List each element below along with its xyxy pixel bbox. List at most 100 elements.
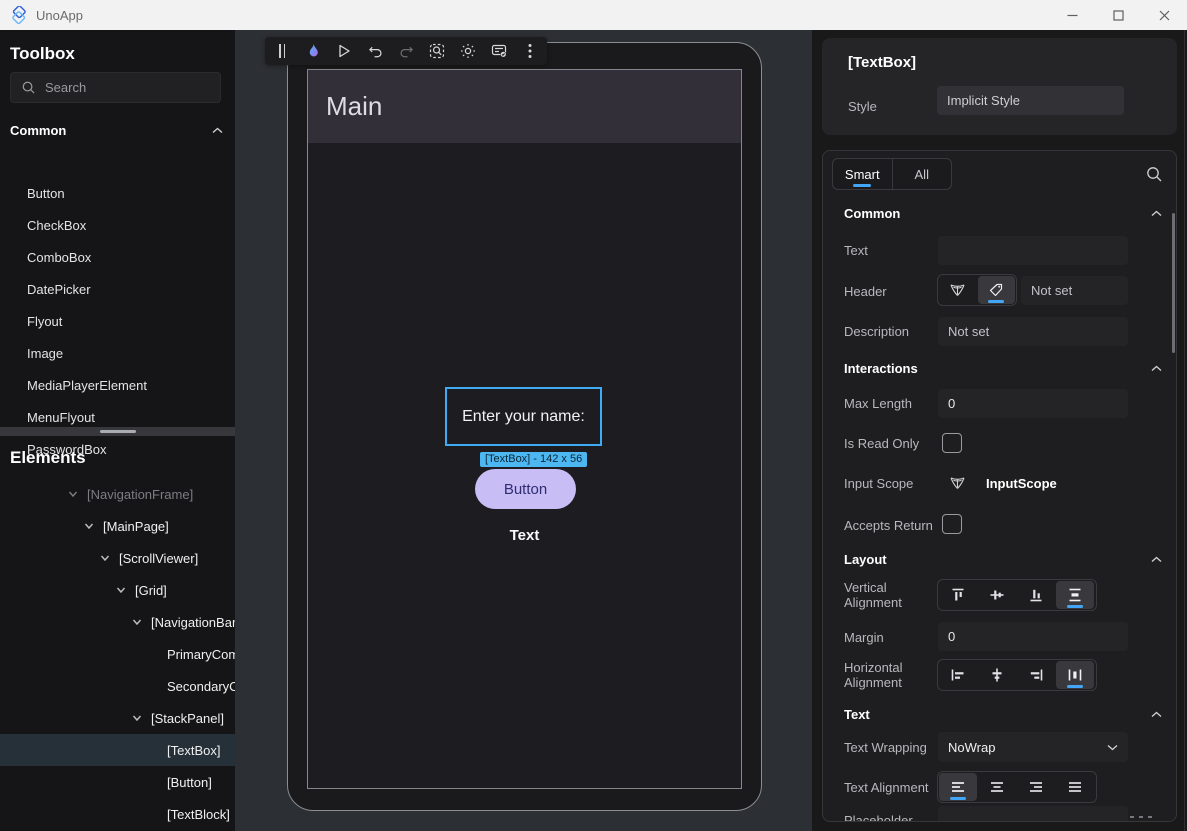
properties-search-icon[interactable] (1145, 165, 1163, 183)
text-align-left-icon[interactable] (939, 773, 977, 801)
toolbar-drag-handle[interactable] (273, 41, 291, 61)
valign-bottom-icon[interactable] (1017, 581, 1055, 609)
vertical-alignment-label: Vertical Alignment (844, 580, 936, 610)
toolbox-search-input[interactable] (45, 80, 195, 95)
chevron-down-icon (83, 520, 95, 532)
valign-top-icon[interactable] (939, 581, 977, 609)
halign-left-icon[interactable] (939, 661, 977, 689)
elements-title: Elements (10, 448, 86, 468)
tree-item-stackpanel[interactable]: [StackPanel] (0, 702, 235, 734)
text-alignment-label: Text Alignment (844, 780, 936, 795)
tree-item-navigationframe[interactable]: [NavigationFrame] (0, 478, 235, 510)
selected-element-title: [TextBox] (848, 54, 916, 71)
text-wrapping-dropdown[interactable]: NoWrap (938, 732, 1128, 762)
theme-toggle-sun-icon[interactable] (459, 41, 477, 61)
toolbox-item-checkbox[interactable]: CheckBox (0, 210, 235, 242)
valign-center-icon[interactable] (978, 581, 1016, 609)
tree-item-grid[interactable]: [Grid] (0, 574, 235, 606)
window-titlebar: UnoApp (0, 0, 1187, 30)
toolbox-search[interactable] (10, 72, 221, 103)
tab-smart[interactable]: Smart (833, 159, 892, 189)
properties-tabs: Smart All (832, 158, 952, 190)
uno-logo-icon (10, 6, 28, 24)
canvas-textblock[interactable]: Text (308, 527, 741, 544)
redo-button[interactable] (397, 41, 415, 61)
style-input[interactable] (937, 86, 1124, 115)
section-layout[interactable]: Layout (844, 552, 1162, 567)
tree-item-navigationbar[interactable]: [NavigationBar] (0, 606, 235, 638)
tree-item-button[interactable]: [Button] (0, 766, 235, 798)
max-length-label: Max Length (844, 396, 936, 411)
input-scope-label: Input Scope (844, 476, 936, 491)
input-scope-binding-icon[interactable] (949, 475, 966, 491)
chevron-down-icon (131, 712, 143, 724)
toolbox-item-mediaplayerelement[interactable]: MediaPlayerElement (0, 370, 235, 402)
margin-input[interactable] (938, 622, 1128, 651)
tree-item-textbox-selected[interactable]: [TextBox] (0, 734, 235, 766)
toolbox-item-datepicker[interactable]: DatePicker (0, 274, 235, 306)
toolbox-item-flyout[interactable]: Flyout (0, 306, 235, 338)
tree-item-scrollviewer[interactable]: [ScrollViewer] (0, 542, 235, 574)
splitter-grip-icon (100, 430, 136, 433)
minimize-button[interactable] (1049, 0, 1095, 30)
card-scrollbar-thumb[interactable] (1172, 213, 1175, 353)
placeholder-input[interactable] (938, 806, 1128, 822)
properties-panel: [TextBox] Style Smart All Common Text He… (812, 30, 1187, 831)
text-align-center-icon[interactable] (978, 773, 1016, 801)
valign-stretch-icon[interactable] (1056, 581, 1094, 609)
hot-reload-flame-icon[interactable] (304, 41, 322, 61)
header-binding-icon[interactable] (939, 276, 977, 304)
text-alignment-group (937, 771, 1097, 803)
chevron-down-icon (115, 584, 127, 596)
canvas-textbox-selected[interactable]: Enter your name: (445, 387, 602, 446)
section-common[interactable]: Common (844, 206, 1162, 221)
is-read-only-label: Is Read Only (844, 436, 936, 451)
description-input[interactable] (938, 317, 1128, 346)
header-value-input[interactable] (1021, 276, 1128, 305)
maximize-button[interactable] (1095, 0, 1141, 30)
is-read-only-checkbox[interactable] (942, 433, 962, 453)
panel-scroll-track[interactable] (1184, 30, 1185, 831)
section-interactions[interactable]: Interactions (844, 361, 1162, 376)
text-wrapping-label: Text Wrapping (844, 740, 936, 755)
toolbox-item-list: Button CheckBox ComboBox DatePicker Flyo… (0, 178, 235, 466)
tree-item-textblock[interactable]: [TextBlock] (0, 798, 235, 830)
tab-all[interactable]: All (892, 159, 952, 189)
max-length-input[interactable] (938, 389, 1128, 418)
input-scope-value[interactable]: InputScope (986, 476, 1057, 491)
toolbox-section-common[interactable]: Common (10, 123, 223, 138)
halign-center-icon[interactable] (978, 661, 1016, 689)
undo-button[interactable] (366, 41, 384, 61)
more-content-dots-icon (1130, 816, 1152, 818)
sidebar-splitter[interactable] (0, 427, 235, 436)
element-picker-icon[interactable] (428, 41, 446, 61)
toolbox-item-image[interactable]: Image (0, 338, 235, 370)
accepts-return-checkbox[interactable] (942, 514, 962, 534)
section-text[interactable]: Text (844, 707, 1162, 722)
device-settings-icon[interactable] (490, 41, 508, 61)
tree-item-primarycommands[interactable]: PrimaryComm (0, 638, 235, 670)
text-input[interactable] (938, 236, 1128, 265)
more-options-kebab-icon[interactable] (521, 41, 539, 61)
text-align-justify-icon[interactable] (1056, 773, 1094, 801)
app-preview-screen: Main Enter your name: [TextBox] - 142 x … (307, 69, 742, 789)
halign-stretch-icon[interactable] (1056, 661, 1094, 689)
chevron-up-icon (1151, 711, 1162, 718)
tree-item-secondarycommands[interactable]: SecondaryCo (0, 670, 235, 702)
canvas-button[interactable]: Button (475, 469, 576, 509)
margin-label: Margin (844, 630, 936, 645)
accepts-return-label: Accepts Return (844, 518, 936, 533)
chevron-down-icon (67, 488, 79, 500)
close-button[interactable] (1141, 0, 1187, 30)
toolbox-item-combobox[interactable]: ComboBox (0, 242, 235, 274)
chevron-up-icon (1151, 365, 1162, 372)
text-align-right-icon[interactable] (1017, 773, 1055, 801)
canvas-toolbar (265, 37, 547, 65)
tree-item-mainpage[interactable]: [MainPage] (0, 510, 235, 542)
header-literal-tag-icon[interactable] (978, 276, 1016, 304)
play-button[interactable] (335, 41, 353, 61)
device-frame: Main Enter your name: [TextBox] - 142 x … (287, 42, 762, 811)
chevron-up-icon (1151, 210, 1162, 217)
toolbox-item-button[interactable]: Button (0, 178, 235, 210)
halign-right-icon[interactable] (1017, 661, 1055, 689)
